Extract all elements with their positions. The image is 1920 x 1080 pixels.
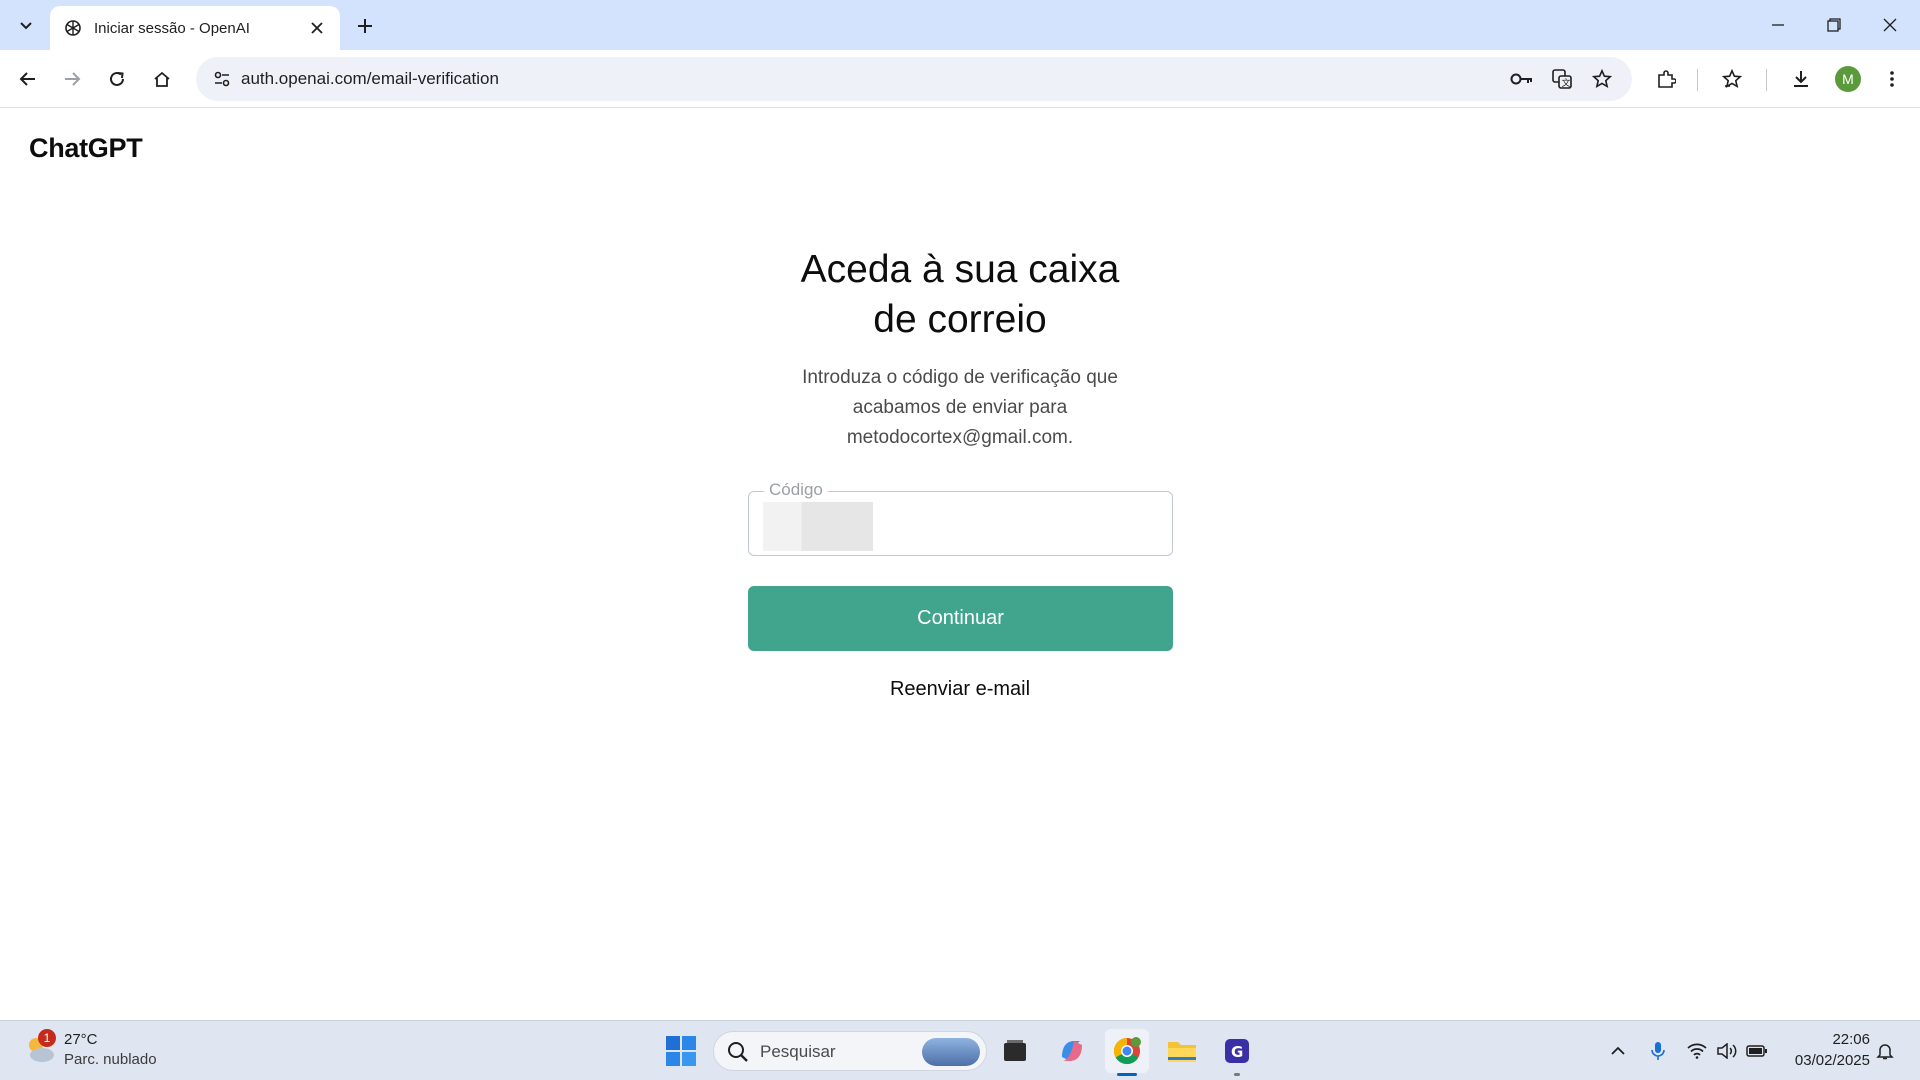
window-close-icon[interactable] [1862, 0, 1918, 50]
restore-icon[interactable] [1806, 0, 1862, 50]
toolbar-divider [1766, 69, 1767, 91]
forward-icon[interactable] [56, 63, 88, 95]
page-title-line2: de correio [873, 298, 1047, 341]
chevron-down-icon [20, 22, 32, 30]
url-text[interactable]: auth.openai.com/email-verification [241, 69, 499, 89]
openai-icon [62, 17, 84, 39]
plus-icon[interactable] [350, 11, 380, 41]
code-input[interactable]: Código [748, 480, 1173, 556]
svg-text:文: 文 [1562, 77, 1571, 89]
search-placeholder: Pesquisar [760, 1042, 836, 1061]
browser-toolbar: auth.openai.com/email-verification 文 [0, 50, 1920, 108]
chrome-icon[interactable] [1105, 1029, 1149, 1073]
wifi-icon[interactable] [1683, 1037, 1711, 1065]
microphone-icon[interactable] [1644, 1037, 1672, 1065]
toolbar-divider [1697, 69, 1698, 91]
task-view-icon[interactable] [993, 1029, 1037, 1073]
download-icon[interactable] [1785, 63, 1817, 95]
page-title-line1: Aceda à sua caixa [800, 248, 1120, 291]
minimize-icon[interactable] [1750, 0, 1806, 50]
site-info-icon[interactable] [206, 63, 238, 95]
code-label: Código [764, 480, 828, 500]
email-address: metodocortex@gmail.com. [846, 427, 1074, 448]
volume-icon[interactable] [1713, 1037, 1741, 1065]
instructions-text: Introduza o código de verificação que ac… [760, 363, 1160, 453]
taskbar-search[interactable]: Pesquisar [713, 1031, 987, 1071]
reload-icon[interactable] [101, 63, 133, 95]
file-explorer-icon[interactable] [1160, 1029, 1204, 1073]
active-app-indicator [1117, 1073, 1137, 1076]
close-icon[interactable] [306, 17, 328, 39]
star-icon[interactable] [1586, 63, 1618, 95]
code-value-redacted [763, 502, 873, 551]
key-icon[interactable] [1506, 63, 1538, 95]
running-app-indicator [1234, 1073, 1240, 1076]
clock-date: 03/02/2025 [1794, 1052, 1870, 1069]
taskbar: 1 27°C Parc. nublado Pesquisar G 22:06 0… [0, 1020, 1920, 1080]
browser-tab[interactable]: Iniciar sessão - OpenAI [50, 6, 340, 50]
page-title: Aceda à sua caixa de correio [760, 245, 1160, 345]
resend-email-link[interactable]: Reenviar e-mail [760, 678, 1160, 701]
continue-button[interactable]: Continuar [748, 586, 1173, 651]
windows-icon[interactable] [665, 1035, 697, 1067]
extensions-icon[interactable] [1650, 63, 1682, 95]
notification-badge: 1 [38, 1029, 56, 1047]
svg-text:G: G [1231, 1043, 1243, 1061]
translate-icon[interactable]: 文 [1546, 63, 1578, 95]
instructions-line1: Introduza o código de verificação que [802, 367, 1118, 388]
clock-time: 22:06 [1832, 1031, 1870, 1048]
weather-condition: Parc. nublado [64, 1051, 157, 1068]
chevron-up-icon[interactable] [1604, 1037, 1632, 1065]
bell-icon[interactable] [1871, 1037, 1899, 1065]
instructions-line2: acabamos de enviar para [852, 397, 1068, 418]
app-icon[interactable]: G [1215, 1029, 1259, 1073]
search-icon [728, 1042, 748, 1062]
tab-strip: Iniciar sessão - OpenAI [0, 0, 1920, 50]
menu-icon[interactable] [1876, 63, 1908, 95]
weather-temperature: 27°C [64, 1031, 98, 1048]
favorites-icon[interactable] [1716, 63, 1748, 95]
chatgpt-logo: ChatGPT [29, 133, 143, 163]
back-icon[interactable] [12, 63, 44, 95]
battery-icon[interactable] [1743, 1037, 1771, 1065]
address-bar[interactable]: auth.openai.com/email-verification 文 [196, 57, 1632, 101]
tab-search-button[interactable] [10, 9, 42, 41]
search-highlight-image [922, 1038, 980, 1066]
tab-title: Iniciar sessão - OpenAI [94, 19, 250, 37]
copilot-icon[interactable] [1050, 1029, 1094, 1073]
home-icon[interactable] [146, 63, 178, 95]
profile-avatar[interactable]: M [1835, 66, 1861, 92]
